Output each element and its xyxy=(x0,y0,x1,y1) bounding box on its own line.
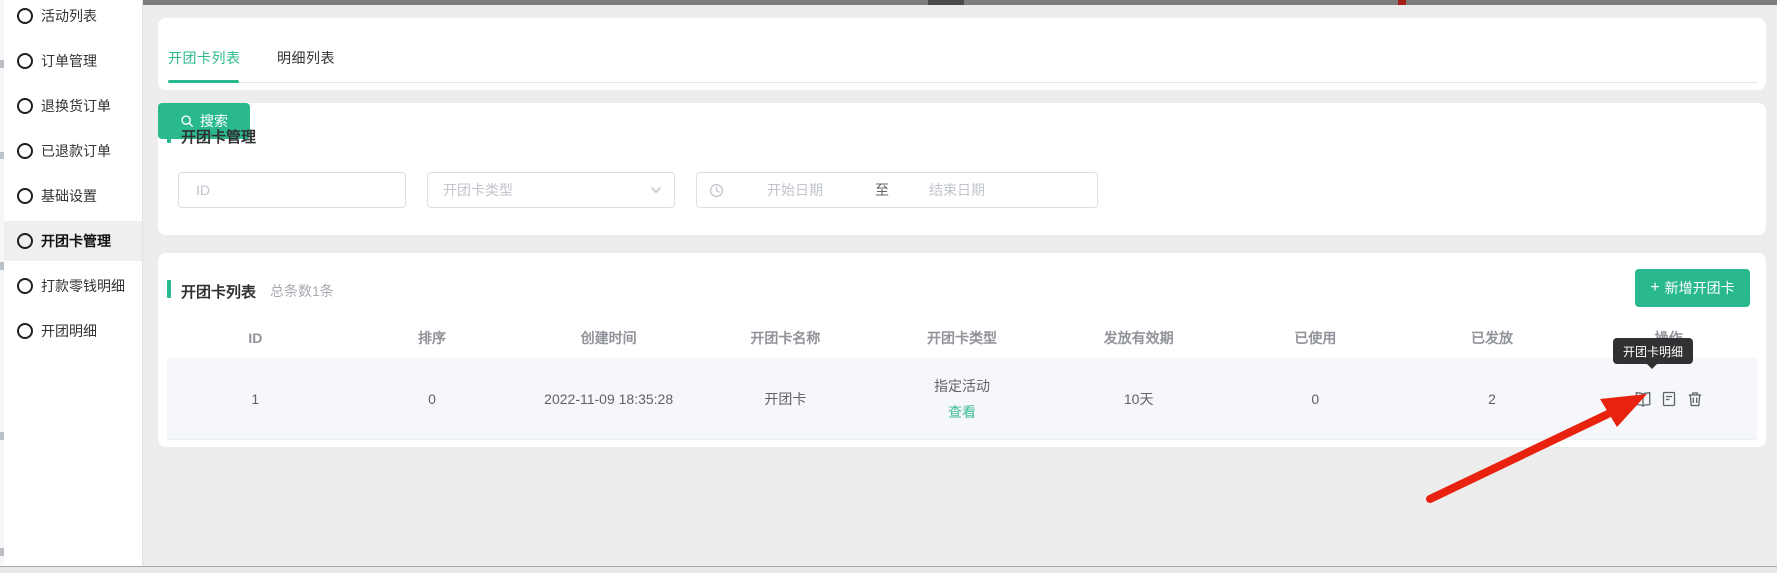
cell-issued: 2 xyxy=(1404,391,1581,407)
view-link[interactable]: 查看 xyxy=(948,402,976,422)
add-button-label: 新增开团卡 xyxy=(1665,278,1735,298)
end-date-placeholder[interactable]: 结束日期 xyxy=(929,180,985,200)
column-header-sort: 排序 xyxy=(344,328,521,348)
active-tab-underline xyxy=(168,80,239,83)
filter-card: 开团卡管理 开团卡类型 开始日期 至 结束日期 搜索 xyxy=(158,103,1766,235)
column-header-validity: 发放有效期 xyxy=(1050,328,1227,348)
sidebar-item-label: 活动列表 xyxy=(41,6,97,26)
radio-circle-icon xyxy=(17,278,33,294)
filter-section-title: 开团卡管理 xyxy=(181,126,256,147)
radio-circle-icon xyxy=(17,8,33,24)
radio-circle-icon xyxy=(17,53,33,69)
sidebar-item-order-management[interactable]: 订单管理 xyxy=(4,41,142,81)
column-header-card-name: 开团卡名称 xyxy=(697,328,874,348)
card-type-value: 指定活动 xyxy=(934,378,990,394)
card-type-placeholder: 开团卡类型 xyxy=(443,180,513,200)
sidebar-item-basic-settings[interactable]: 基础设置 xyxy=(4,176,142,216)
section-title-bar xyxy=(167,125,171,143)
delete-trash-icon[interactable] xyxy=(1686,390,1704,408)
cell-created-at: 2022-11-09 18:35:28 xyxy=(520,391,697,407)
column-header-card-type: 开团卡类型 xyxy=(874,328,1051,348)
tab-divider xyxy=(168,82,1758,83)
column-header-id: ID xyxy=(167,330,344,346)
sidebar: 活动列表 订单管理 退换货订单 已退款订单 基础设置 开团卡管理 打款零钱明细 … xyxy=(4,0,143,566)
cell-card-name: 开团卡 xyxy=(697,389,874,409)
plus-icon: + xyxy=(1650,280,1659,296)
tooltip: 开团卡明细 xyxy=(1613,338,1693,364)
sidebar-item-label: 开团明细 xyxy=(41,321,97,341)
tab-detail-list[interactable]: 明细列表 xyxy=(277,48,335,68)
radio-circle-icon xyxy=(17,98,33,114)
tooltip-text: 开团卡明细 xyxy=(1623,343,1683,360)
id-input[interactable] xyxy=(194,181,390,199)
cell-sort: 0 xyxy=(344,391,521,407)
column-header-created-at: 创建时间 xyxy=(520,328,697,348)
sidebar-item-activity-list[interactable]: 活动列表 xyxy=(4,0,142,36)
sidebar-item-payment-detail[interactable]: 打款零钱明细 xyxy=(4,266,142,306)
chevron-down-icon xyxy=(650,184,662,196)
column-header-used: 已使用 xyxy=(1227,328,1404,348)
clock-icon xyxy=(709,183,724,198)
group-card-detail-book-icon[interactable] xyxy=(1634,390,1652,408)
card-type-select[interactable]: 开团卡类型 xyxy=(427,172,675,208)
sidebar-item-label: 订单管理 xyxy=(41,51,97,71)
cell-actions xyxy=(1580,390,1757,408)
cell-id: 1 xyxy=(167,391,344,407)
table-section-title: 开团卡列表 xyxy=(181,281,256,302)
radio-circle-icon xyxy=(17,323,33,339)
sidebar-item-label: 已退款订单 xyxy=(41,141,111,161)
column-header-issued: 已发放 xyxy=(1404,328,1581,348)
add-group-card-button[interactable]: + 新增开团卡 xyxy=(1635,269,1750,307)
sidebar-item-label: 基础设置 xyxy=(41,186,97,206)
sidebar-item-label: 退换货订单 xyxy=(41,96,111,116)
sidebar-item-label: 开团卡管理 xyxy=(41,231,111,251)
radio-circle-icon xyxy=(17,233,33,249)
table-row[interactable]: 1 0 2022-11-09 18:35:28 开团卡 指定活动 查看 10天 … xyxy=(167,358,1757,440)
total-count-text: 总条数1条 xyxy=(270,281,334,301)
radio-circle-icon xyxy=(17,143,33,159)
table-header-row: ID 排序 创建时间 开团卡名称 开团卡类型 发放有效期 已使用 已发放 操作 xyxy=(167,318,1757,359)
section-title-bar xyxy=(167,280,171,298)
radio-circle-icon xyxy=(17,188,33,204)
sidebar-item-refunded-orders[interactable]: 已退款订单 xyxy=(4,131,142,171)
edit-document-icon[interactable] xyxy=(1660,390,1678,408)
cell-card-type: 指定活动 查看 xyxy=(874,376,1051,422)
group-card-list-card: 开团卡列表 总条数1条 + 新增开团卡 ID 排序 创建时间 开团卡名称 开团卡… xyxy=(158,253,1766,447)
sidebar-item-label: 打款零钱明细 xyxy=(41,276,125,296)
tab-group-card-list[interactable]: 开团卡列表 xyxy=(168,48,241,68)
tabs-card: 开团卡列表 明细列表 xyxy=(158,18,1766,90)
sidebar-item-group-detail[interactable]: 开团明细 xyxy=(4,311,142,351)
date-range-separator: 至 xyxy=(875,180,889,200)
id-filter-field xyxy=(178,172,406,208)
sidebar-item-group-card-management[interactable]: 开团卡管理 xyxy=(4,221,142,261)
date-range-picker[interactable]: 开始日期 至 结束日期 xyxy=(696,172,1098,208)
cell-used: 0 xyxy=(1227,391,1404,407)
cell-validity: 10天 xyxy=(1050,389,1227,409)
sidebar-item-return-orders[interactable]: 退换货订单 xyxy=(4,86,142,126)
start-date-placeholder[interactable]: 开始日期 xyxy=(767,180,823,200)
tooltip-arrow xyxy=(1646,363,1658,375)
